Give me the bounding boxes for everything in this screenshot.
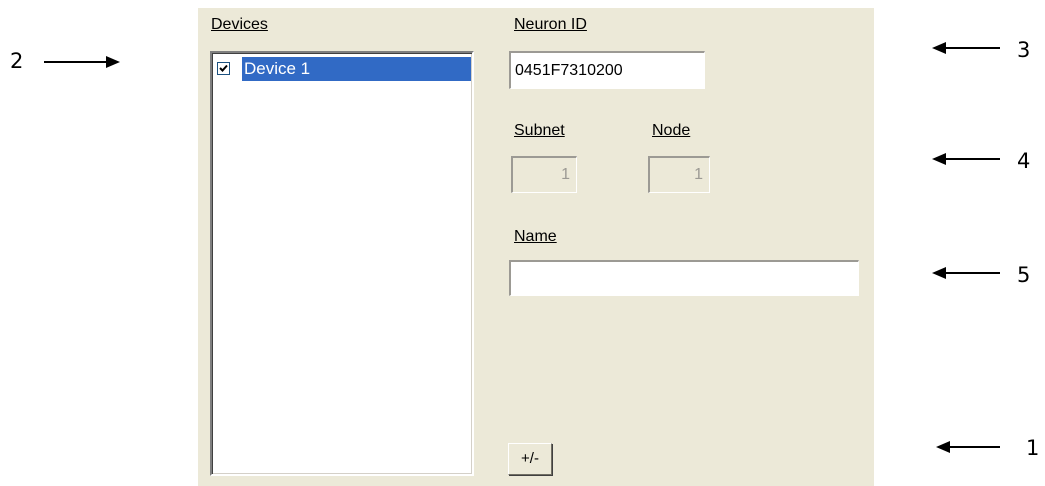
arrow-left-icon — [932, 42, 1000, 54]
callout-1-label: 1 — [1026, 436, 1040, 460]
callout-5-label: 5 — [1017, 263, 1031, 287]
arrow-left-icon — [932, 153, 1000, 165]
arrow-right-icon — [44, 56, 120, 68]
name-field[interactable] — [509, 260, 859, 296]
checkmark-icon — [219, 64, 228, 72]
page: Devices Device 1 Neuron ID 0451F7310200 … — [0, 0, 1045, 486]
add-remove-button[interactable]: +/- — [508, 443, 552, 475]
subnet-field[interactable]: 1 — [511, 156, 577, 193]
neuron-id-field[interactable]: 0451F7310200 — [509, 51, 705, 89]
node-label: Node — [652, 122, 691, 139]
arrow-left-icon — [932, 267, 1000, 279]
neuron-id-label: Neuron ID — [514, 16, 587, 33]
callout-2-label: 2 — [10, 49, 24, 73]
device-1-checkbox[interactable] — [217, 62, 230, 75]
devices-label: Devices — [211, 16, 268, 33]
node-field[interactable]: 1 — [648, 156, 710, 193]
devices-listbox[interactable]: Device 1 — [210, 51, 474, 476]
list-item-device-1[interactable]: Device 1 — [215, 57, 471, 81]
name-label: Name — [514, 228, 557, 245]
callout-4-label: 4 — [1017, 149, 1031, 173]
callout-3-label: 3 — [1017, 38, 1031, 62]
subnet-label: Subnet — [514, 122, 565, 139]
arrow-left-icon — [936, 441, 1000, 453]
device-1-label: Device 1 — [242, 57, 471, 81]
